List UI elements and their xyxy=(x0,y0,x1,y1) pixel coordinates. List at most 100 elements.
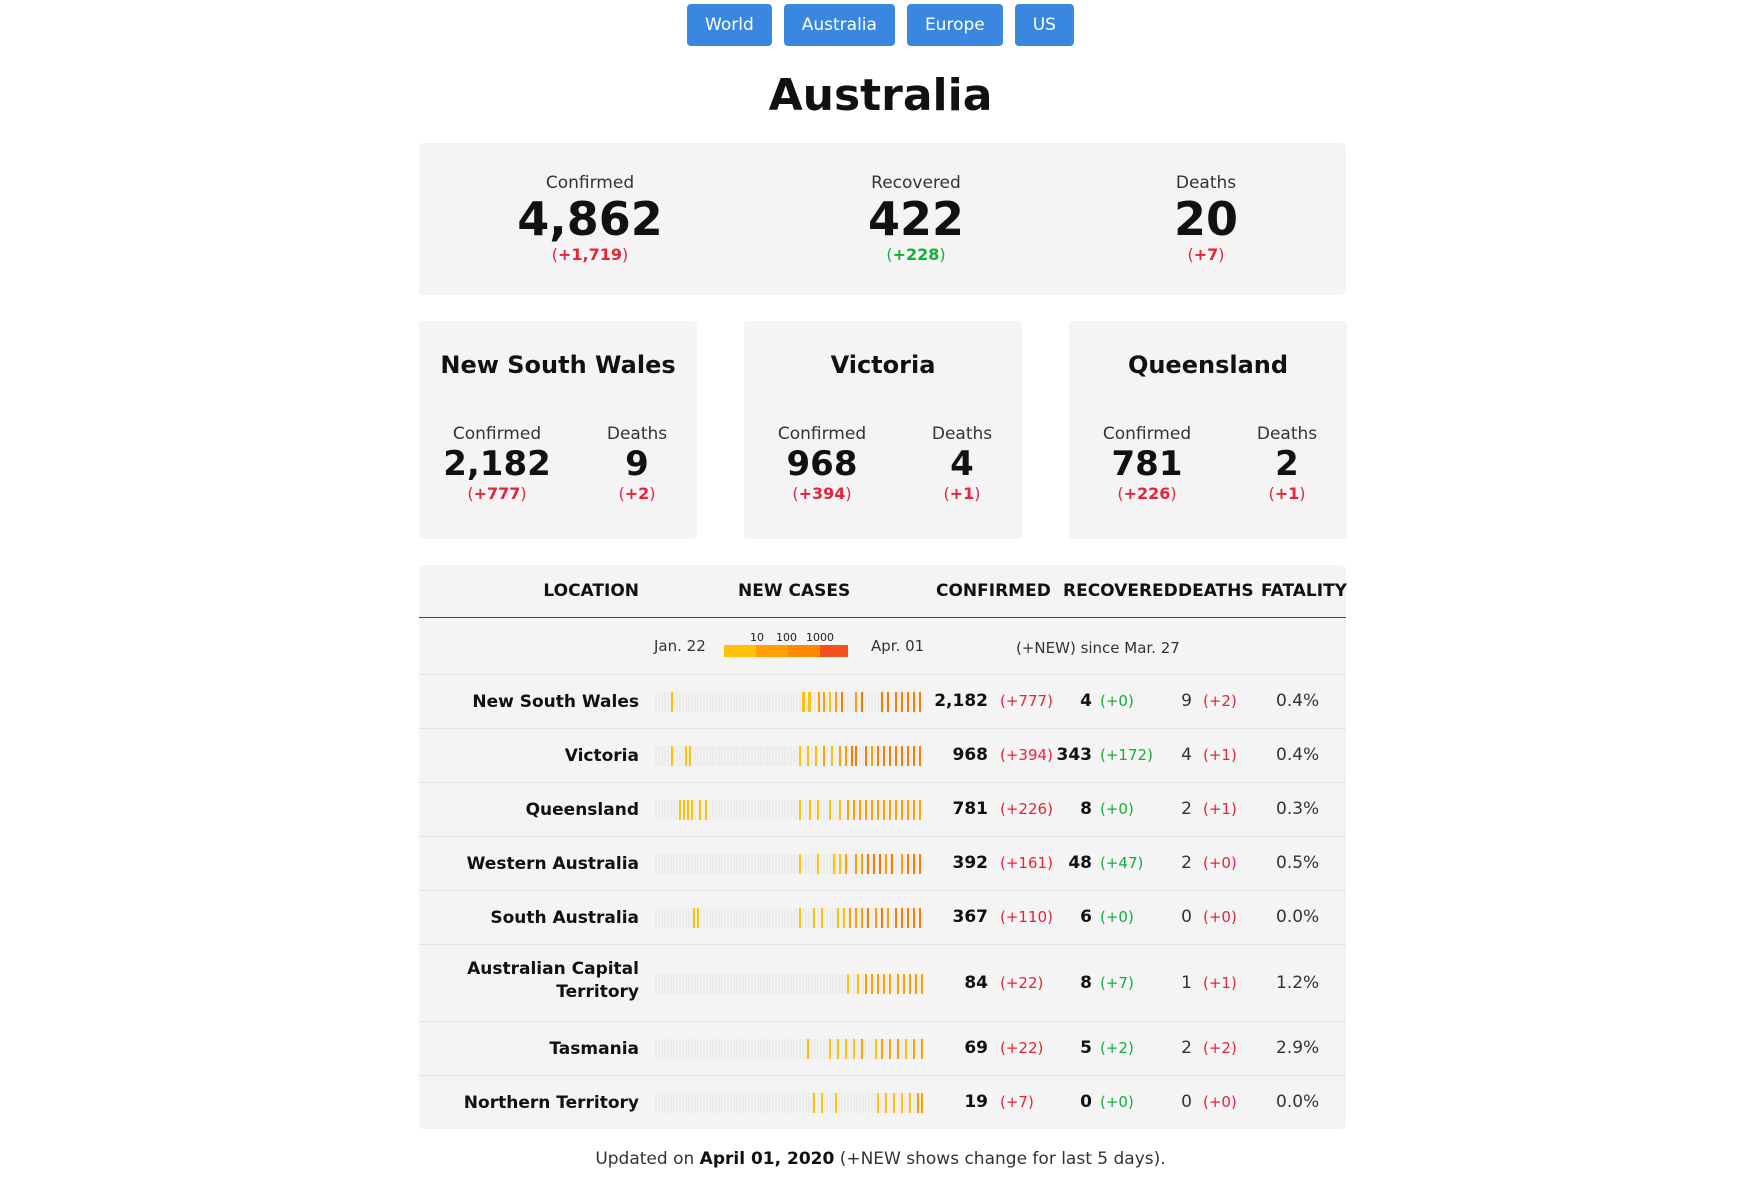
state-deaths-value: 4 xyxy=(950,444,974,484)
spark-bar xyxy=(865,746,867,766)
nav-us-button[interactable]: US xyxy=(1014,4,1074,46)
spark-bar xyxy=(881,692,883,712)
row-location[interactable]: Northern Territory xyxy=(439,1092,639,1115)
legend-note: (+NEW) since Mar. 27 xyxy=(1016,639,1180,657)
spark-bar xyxy=(889,973,891,994)
spark-bar xyxy=(799,800,801,820)
spark-bar xyxy=(913,692,915,712)
row-location[interactable]: Australian Capital Territory xyxy=(439,958,639,1004)
confirmed-label: Confirmed xyxy=(545,173,635,193)
row-confirmed: 392 xyxy=(952,853,989,873)
spark-bar xyxy=(865,973,867,994)
row-location[interactable]: New South Wales xyxy=(439,691,639,714)
new-cases-sparkline xyxy=(655,800,923,820)
header-fatality[interactable]: FATALITY xyxy=(1261,581,1347,601)
row-confirmed: 69 xyxy=(964,1038,988,1058)
header-location[interactable]: LOCATION xyxy=(543,581,639,601)
spark-bar xyxy=(861,854,863,874)
row-location[interactable]: Western Australia xyxy=(439,853,639,876)
spark-bar xyxy=(799,746,801,766)
spark-bar xyxy=(865,800,867,820)
spark-bar xyxy=(837,1039,839,1059)
spark-bar xyxy=(813,908,815,928)
locations-table: LOCATION NEW CASES CONFIRMED RECOVERED D… xyxy=(419,565,1347,1129)
table-row[interactable]: Victoria 968 (+394) 343 (+172) 4 (+1) 0.… xyxy=(419,729,1346,783)
header-confirmed[interactable]: CONFIRMED xyxy=(936,581,1051,601)
spark-bar xyxy=(851,746,853,766)
spark-bar xyxy=(693,908,695,928)
state-confirmed-change: +394 xyxy=(798,484,846,503)
header-deaths[interactable]: DEATHS xyxy=(1178,581,1254,601)
spark-bar xyxy=(839,800,841,820)
spark-bar xyxy=(889,1039,891,1059)
state-name: Queensland xyxy=(1127,351,1289,379)
new-cases-sparkline xyxy=(655,854,923,874)
row-location[interactable]: Queensland xyxy=(439,799,639,822)
row-location[interactable]: South Australia xyxy=(439,907,639,930)
row-recovered-change: +172 xyxy=(1105,746,1148,764)
spark-bar xyxy=(687,800,689,820)
spark-bar xyxy=(919,746,921,766)
row-deaths: 2 xyxy=(1181,799,1192,819)
spark-bar xyxy=(843,908,845,928)
row-fatality: 1.2% xyxy=(1276,972,1320,993)
spark-bar xyxy=(881,1039,883,1059)
state-confirmed-value: 968 xyxy=(786,444,858,484)
row-deaths-change: +0 xyxy=(1208,908,1231,926)
legend-scale-10: 10 xyxy=(750,631,764,644)
spark-bar xyxy=(919,854,921,874)
legend-end-date: Apr. 01 xyxy=(871,637,925,655)
spark-bar xyxy=(901,746,903,766)
spark-bar xyxy=(835,1092,837,1113)
row-fatality: 0.0% xyxy=(1276,1091,1320,1112)
spark-bar xyxy=(861,908,863,928)
state-deaths-change: +2 xyxy=(624,484,650,503)
state-card: Victoria Confirmed 968 (+394) Deaths 4 (… xyxy=(744,321,1022,539)
row-location[interactable]: Victoria xyxy=(439,745,639,768)
table-row[interactable]: Tasmania 69 (+22) 5 (+2) 2 (+2) 2.9% xyxy=(419,1022,1346,1076)
recovered-value: 422 xyxy=(867,192,965,246)
spark-bar xyxy=(837,908,839,928)
spark-bar xyxy=(891,854,893,874)
spark-bar xyxy=(919,800,921,820)
row-recovered: 4 xyxy=(1080,691,1092,711)
table-row[interactable]: Queensland 781 (+226) 8 (+0) 2 (+1) 0.3% xyxy=(419,783,1346,837)
row-confirmed: 968 xyxy=(952,745,989,765)
spark-bar xyxy=(901,854,903,874)
spark-bar xyxy=(799,854,801,874)
header-new-cases[interactable]: NEW CASES xyxy=(738,581,850,601)
row-deaths-change: +1 xyxy=(1208,746,1231,764)
spark-bar xyxy=(915,973,917,994)
row-deaths: 9 xyxy=(1181,691,1192,711)
spark-bar xyxy=(885,854,887,874)
nav-europe-button[interactable]: Europe xyxy=(906,4,1003,46)
row-location[interactable]: Tasmania xyxy=(439,1038,639,1061)
spark-bar xyxy=(907,746,909,766)
spark-bar xyxy=(879,854,881,874)
table-row[interactable]: Northern Territory 19 (+7) 0 (+0) 0 (+0)… xyxy=(419,1076,1346,1129)
spark-bar xyxy=(807,1039,809,1059)
footer-suffix: (+NEW shows change for last 5 days). xyxy=(839,1149,1166,1169)
table-row[interactable]: Western Australia 392 (+161) 48 (+47) 2 … xyxy=(419,837,1346,891)
spark-bar xyxy=(802,692,805,712)
confirmed-value: 4,862 xyxy=(517,192,663,246)
nav-australia-button[interactable]: Australia xyxy=(783,4,895,46)
spark-bar xyxy=(921,973,923,994)
row-confirmed: 19 xyxy=(964,1091,988,1112)
nav-world-button[interactable]: World xyxy=(687,4,772,46)
spark-bar xyxy=(875,1039,877,1059)
spark-bar xyxy=(895,908,897,928)
spark-bar xyxy=(807,746,809,766)
spark-bar xyxy=(699,800,701,820)
header-recovered[interactable]: RECOVERED xyxy=(1063,581,1178,601)
recovered-change: +228 xyxy=(892,245,940,264)
row-recovered: 8 xyxy=(1080,972,1092,993)
table-row[interactable]: South Australia 367 (+110) 6 (+0) 0 (+0)… xyxy=(419,891,1346,945)
spark-bar xyxy=(817,854,819,874)
table-row[interactable]: Australian Capital Territory 84 (+22) 8 … xyxy=(419,945,1346,1022)
update-footer: Updated on April 01, 2020 (+NEW shows ch… xyxy=(0,1149,1761,1169)
table-row[interactable]: New South Wales 2,182 (+777) 4 (+0) 9 (+… xyxy=(419,675,1346,729)
deaths-change: +7 xyxy=(1193,245,1219,264)
spark-bar xyxy=(815,746,817,766)
row-confirmed-change: +161 xyxy=(1005,854,1048,872)
